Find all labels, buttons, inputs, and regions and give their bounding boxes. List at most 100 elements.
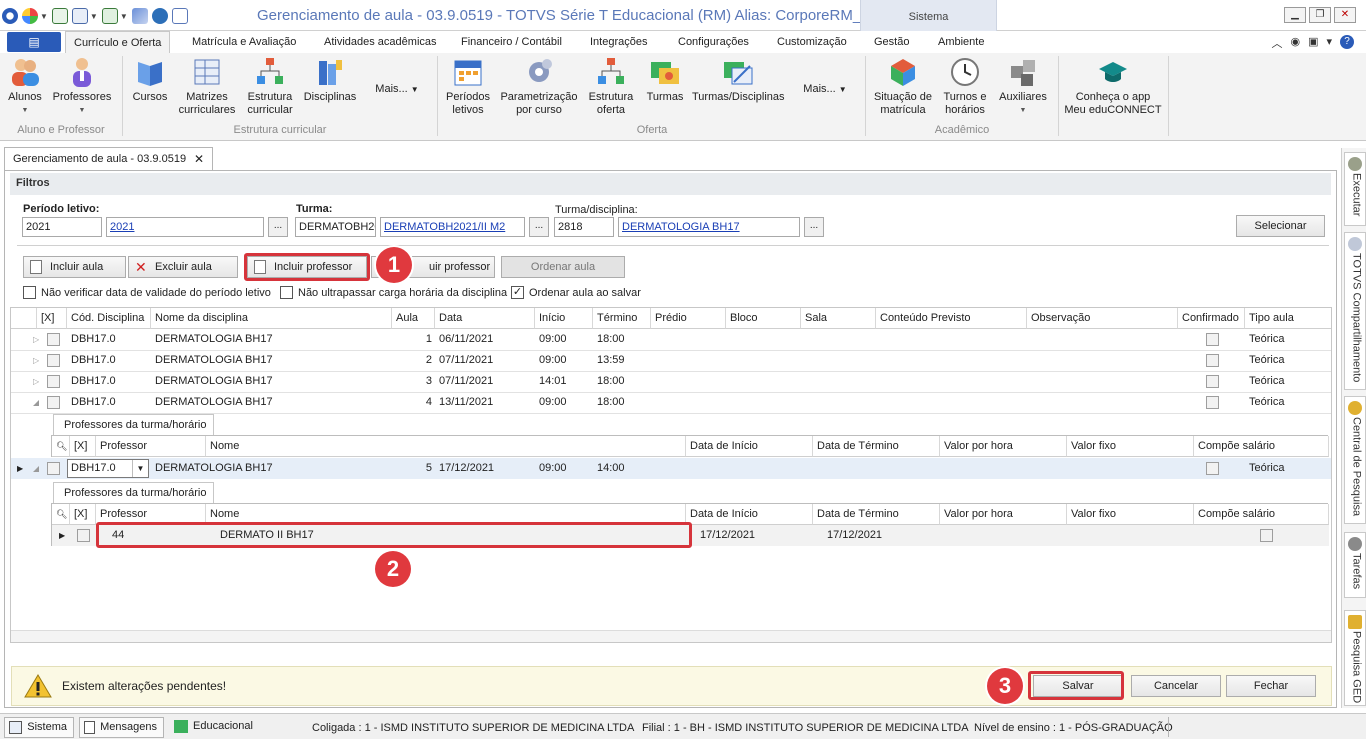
confirmado-checkbox[interactable] (1206, 462, 1219, 475)
sub-header-data-termino[interactable]: Data de Término (813, 436, 940, 457)
chevron-down-icon[interactable]: ▼ (40, 12, 48, 21)
sub-header-data-inicio[interactable]: Data de Início (686, 504, 813, 525)
confirmado-checkbox[interactable] (1206, 333, 1219, 346)
periodo-link[interactable]: 2021 (106, 217, 264, 237)
option-nao-verificar-validade[interactable]: Não verificar data de validade do períod… (23, 286, 271, 299)
table-row-selected[interactable]: ▶ ◢ DBH17.0 ▼ DERMATOLOGIA BH17 5 17/12/… (11, 458, 1331, 479)
checkbox[interactable] (280, 286, 293, 299)
tab-configuracoes[interactable]: Configurações (670, 31, 757, 53)
dock-tab-totvs-compartilhamento[interactable]: TOTVS Compartilhamento (1344, 232, 1366, 390)
mais-oferta-button[interactable]: Mais... ▼ (790, 83, 860, 96)
tab-financeiro-contabil[interactable]: Financeiro / Contábil (453, 31, 570, 53)
turnos-horarios-button[interactable]: Turnos e horários (940, 56, 990, 117)
sub-header-professor[interactable]: Professor (96, 436, 206, 457)
grid-header-nome-disciplina[interactable]: Nome da disciplina (151, 308, 392, 329)
tab-matricula-avaliacao[interactable]: Matrícula e Avaliação (184, 31, 304, 53)
turma-disciplina-link[interactable]: DERMATOLOGIA BH17 (618, 217, 800, 237)
sub-header-valor-hora[interactable]: Valor por hora (940, 436, 1067, 457)
globe-icon[interactable]: ◉ (1290, 35, 1300, 51)
row-checkbox[interactable] (47, 333, 60, 346)
row-checkbox[interactable] (47, 462, 60, 475)
cancelar-button[interactable]: Cancelar (1131, 675, 1221, 697)
status-educacional[interactable]: Educacional (170, 717, 300, 738)
excluir-aula-button[interactable]: ✕ Excluir aula (128, 256, 238, 278)
play-icon[interactable] (101, 8, 118, 24)
minimize-button[interactable]: ▁ (1284, 7, 1306, 23)
row-checkbox[interactable] (47, 375, 60, 388)
estrutura-curricular-button[interactable]: Estrutura curricular (242, 56, 298, 117)
sub-header-data-inicio[interactable]: Data de Início (686, 436, 813, 457)
sub-header-select[interactable]: [X] (70, 504, 96, 525)
horizontal-scrollbar[interactable] (11, 630, 1331, 642)
grid-header-bloco[interactable]: Bloco (726, 308, 801, 329)
search-icon[interactable]: 🔍︎ (52, 436, 70, 457)
selecionar-button[interactable]: Selecionar (1236, 215, 1325, 237)
window-layout-icon[interactable] (71, 8, 88, 24)
status-sistema-button[interactable]: Sistema (4, 717, 74, 738)
chevron-down-icon[interactable]: ▾ (1326, 35, 1332, 51)
option-nao-ultrapassar-carga[interactable]: Não ultrapassar carga horária da discipl… (280, 286, 507, 299)
expand-row-icon[interactable]: ▷ (29, 350, 39, 371)
turma-lookup-button[interactable]: ... (529, 217, 549, 237)
grid-header-select[interactable]: [X] (37, 308, 67, 329)
tab-ambiente[interactable]: Ambiente (930, 31, 992, 53)
sub-header-data-termino[interactable]: Data de Término (813, 504, 940, 525)
parametrizacao-curso-button[interactable]: Parametrização por curso (498, 56, 580, 117)
tab-integracoes[interactable]: Integrações (582, 31, 655, 53)
restore-button[interactable]: ❐ (1309, 7, 1331, 23)
periodo-code-input[interactable]: 2021 (22, 217, 102, 237)
turmas-button[interactable]: Turmas (642, 56, 688, 104)
dock-tab-pesquisa-ged[interactable]: Pesquisa GED (1344, 610, 1366, 706)
row-checkbox[interactable] (47, 396, 60, 409)
sub-header-valor-hora[interactable]: Valor por hora (940, 504, 1067, 525)
cursos-button[interactable]: Cursos (128, 56, 172, 104)
grid-header-sala[interactable]: Sala (801, 308, 876, 329)
help-icon[interactable]: ? (1340, 35, 1354, 49)
expand-row-icon[interactable]: ▷ (29, 371, 39, 392)
confirmado-checkbox[interactable] (1206, 375, 1219, 388)
periodo-lookup-button[interactable]: ... (268, 217, 288, 237)
turmas-disciplinas-button[interactable]: Turmas/Disciplinas (692, 56, 785, 104)
checkbox[interactable] (23, 286, 36, 299)
chevron-down-icon[interactable]: ▼ (90, 12, 98, 21)
sub-tab-professores-2[interactable]: Professores da turma/horário (53, 482, 214, 504)
grid-header-aula[interactable]: Aula (392, 308, 435, 329)
doc-tab-gerenciamento-aula[interactable]: Gerenciamento de aula - 03.9.0519 ✕ (4, 147, 213, 171)
sub-header-valor-fixo[interactable]: Valor fixo (1067, 504, 1194, 525)
situacao-matricula-button[interactable]: Situação de matrícula (870, 56, 936, 117)
table-row[interactable]: ▷ DBH17.0 DERMATOLOGIA BH17 2 07/11/2021… (11, 350, 1331, 371)
row-checkbox[interactable] (77, 529, 90, 542)
sub-header-nome[interactable]: Nome (206, 436, 686, 457)
collapse-ribbon-icon[interactable]: ︿ (1271, 35, 1282, 51)
grid-header-termino[interactable]: Término (593, 308, 651, 329)
cell-data-inicio[interactable]: 17/12/2021 (696, 525, 813, 546)
status-mensagens-button[interactable]: Mensagens (79, 717, 164, 738)
dock-tab-central-pesquisa[interactable]: Central de Pesquisa (1344, 396, 1366, 524)
close-icon[interactable]: ✕ (194, 152, 204, 166)
professores-button[interactable]: Professores ▼ (52, 56, 112, 117)
file-menu-button[interactable]: ▤ (7, 32, 61, 52)
chevron-down-icon[interactable]: ▼ (132, 460, 148, 477)
tab-curriculo-oferta[interactable]: Currículo e Oferta (65, 31, 171, 53)
grid-header-confirmado[interactable]: Confirmado (1178, 308, 1245, 329)
sub-header-select[interactable]: [X] (70, 436, 96, 457)
turma-disciplina-lookup-button[interactable]: ... (804, 217, 824, 237)
tab-gestao[interactable]: Gestão (866, 31, 917, 53)
close-button[interactable]: ✕ (1334, 7, 1356, 23)
mais-estrutura-button[interactable]: Mais... ▼ (362, 83, 432, 96)
grid-header-data[interactable]: Data (435, 308, 535, 329)
grid-header-cod-disciplina[interactable]: Cód. Disciplina (67, 308, 151, 329)
dock-tab-tarefas[interactable]: Tarefas (1344, 532, 1366, 598)
colored-globe-icon[interactable] (22, 8, 38, 24)
disciplinas-button[interactable]: Disciplinas (302, 56, 358, 104)
context-tab-sistema[interactable]: Sistema (860, 0, 997, 31)
grid-header-predio[interactable]: Prédio (651, 308, 726, 329)
tools-icon[interactable] (131, 8, 148, 24)
checkbox-checked[interactable]: ✓ (511, 286, 524, 299)
tab-customizacao[interactable]: Customização (769, 31, 855, 53)
fechar-button[interactable]: Fechar (1226, 675, 1316, 697)
grid-header-conteudo-previsto[interactable]: Conteúdo Previsto (876, 308, 1027, 329)
turma-link[interactable]: DERMATOBH2021/II M2 (380, 217, 525, 237)
estrutura-oferta-button[interactable]: Estrutura oferta (584, 56, 638, 117)
collapse-row-icon[interactable]: ◢ (29, 392, 39, 413)
